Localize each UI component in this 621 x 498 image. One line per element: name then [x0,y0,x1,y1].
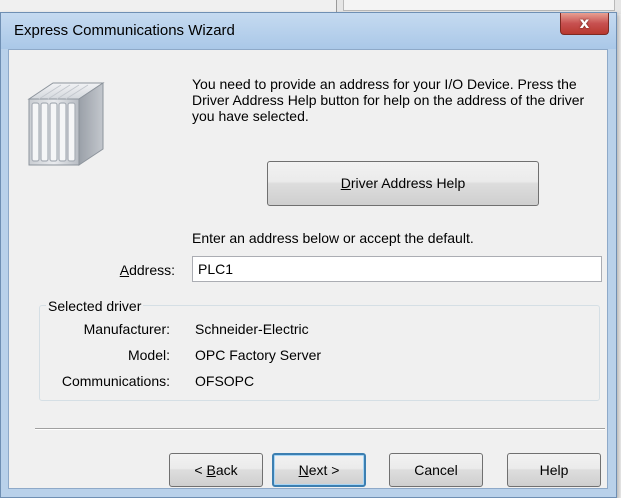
manufacturer-label: Manufacturer: [83,321,170,337]
manufacturer-row: Manufacturer: Schneider-Electric [9,321,609,339]
mnemonic-b: B [206,462,216,478]
mnemonic-n: N [298,462,309,478]
communications-label: Communications: [61,373,170,389]
close-button[interactable]: x [560,13,609,35]
button-separator [35,428,605,430]
wizard-client-area: You need to provide an address for your … [8,49,608,489]
next-button-label: Next > [299,455,340,485]
model-label: Model: [127,347,170,363]
back-button[interactable]: < Back [169,453,263,487]
back-prefix: < [194,462,207,478]
window-title: Express Communications Wizard [14,22,235,39]
next-button[interactable]: Next > [272,453,366,487]
cancel-button[interactable]: Cancel [389,453,483,487]
intro-text: You need to provide an address for your … [192,76,585,124]
title-bar[interactable]: Express Communications Wizard x [1,13,616,49]
model-value: OPC Factory Server [195,347,322,363]
background-window-frame [343,0,615,11]
model-row: Model: OPC Factory Server [9,347,609,365]
cancel-button-label: Cancel [414,462,458,478]
back-rest: ack [215,462,238,478]
enter-address-text: Enter an address below or accept the def… [192,230,474,246]
driver-address-help-label: Driver Address Help [341,162,466,205]
address-label-rest: ddress: [129,262,175,278]
close-icon: x [579,14,590,32]
driver-address-help-button[interactable]: Driver Address Help [267,161,539,206]
mnemonic-d: D [340,175,351,191]
mnemonic-a: A [119,262,130,278]
wizard-dialog: Express Communications Wizard x You need… [0,12,617,498]
next-rest: ext > [308,462,340,478]
help-button[interactable]: Help [507,453,601,487]
address-label: Address: [113,262,175,278]
address-input[interactable] [192,256,602,282]
driver-address-help-rest: river Address Help [350,175,466,191]
communications-value: OFSOPC [195,373,255,389]
io-device-icon [27,82,105,166]
screen: Express Communications Wizard x You need… [0,0,621,498]
manufacturer-value: Schneider-Electric [195,321,309,337]
communications-row: Communications: OFSOPC [9,373,609,391]
help-button-label: Help [539,462,569,478]
selected-driver-legend: Selected driver [46,298,144,314]
back-button-label: < Back [194,454,237,486]
